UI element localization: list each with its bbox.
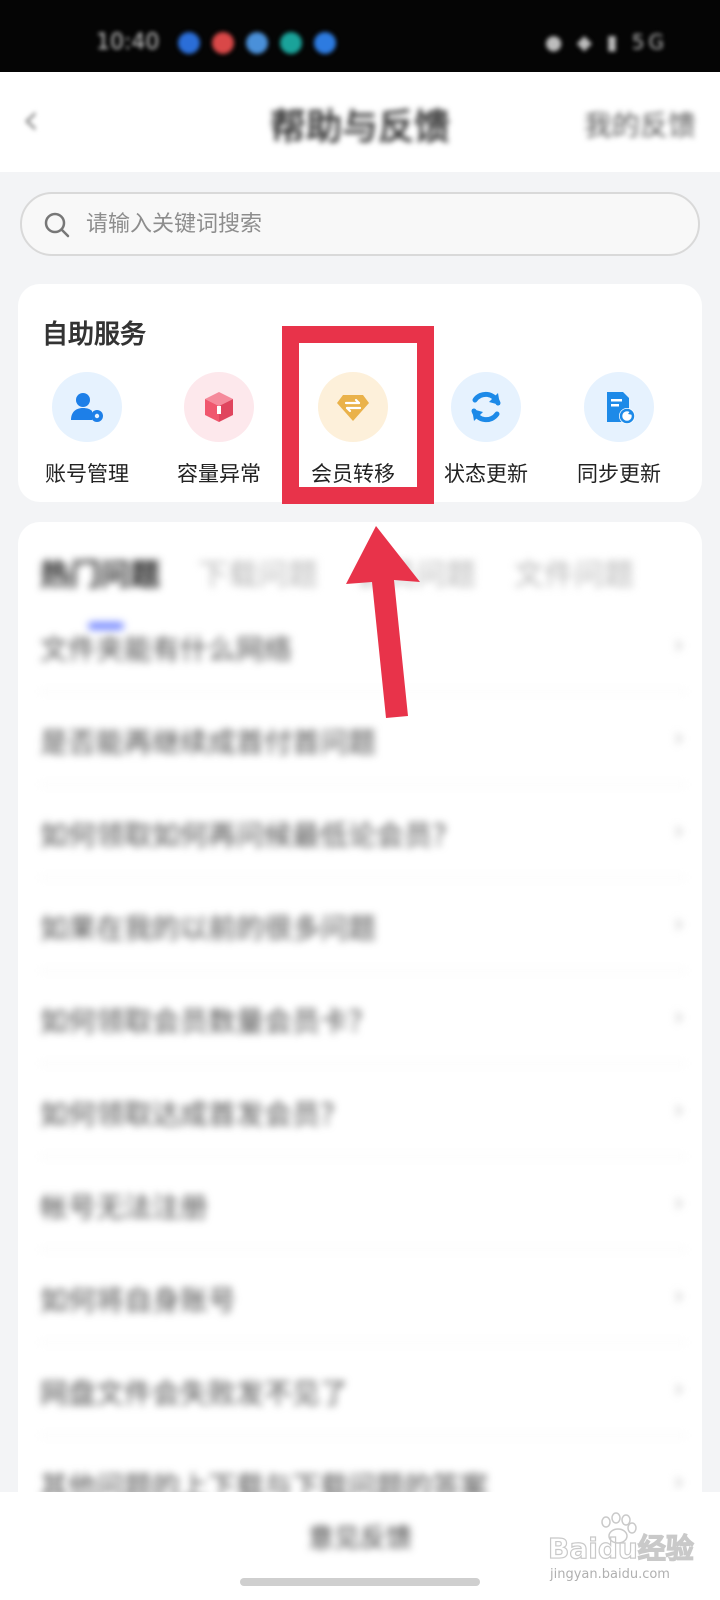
faq-question: 如果在我的以前的很多问题 [40,912,377,945]
account-settings-icon [52,372,122,442]
faq-question: 如何将自身账号 [40,1284,237,1317]
my-feedback-link[interactable]: 我的反馈 [584,104,696,144]
service-sync-update[interactable]: 同步更新 [554,372,684,492]
faq-item[interactable]: 如何领取如何再问候最低论会员？ › [40,786,686,878]
tab-file-questions[interactable]: 文件问题 [514,550,634,594]
faq-question: 是否能再继续成首付首问题 [40,726,377,759]
refresh-icon [451,372,521,442]
tab-hot-questions[interactable]: 热门问题 [40,550,160,594]
cube-icon [184,372,254,442]
notification-icon [246,32,268,54]
faq-question: 帐号无法注册 [40,1191,209,1224]
chevron-right-icon: › [673,1188,684,1218]
notification-icon [280,32,302,54]
search-icon [44,212,70,238]
tab-download-questions[interactable]: 下载问题 [198,550,318,594]
file-sync-icon [584,372,654,442]
service-label: 状态更新 [444,462,528,486]
service-account-management[interactable]: 账号管理 [22,372,152,492]
faq-question: 如何领取如何再问候最低论会员？ [40,819,461,852]
notification-icon [314,32,336,54]
watermark-brand: Baidu经验 [548,1532,694,1565]
home-indicator[interactable] [240,1578,480,1586]
search-bar[interactable] [20,192,700,256]
service-status-update[interactable]: 状态更新 [421,372,551,492]
search-input[interactable] [86,202,666,246]
chevron-right-icon: › [673,630,684,660]
faq-item[interactable]: 帐号无法注册 › [40,1158,686,1250]
status-time: 10:40 [96,30,160,55]
watermark-url: jingyan.baidu.com [549,1567,670,1582]
faq-item[interactable]: 如何领取达成首发会员？ › [40,1065,686,1157]
faq-item[interactable]: 网盘文件会失败发不见了 › [40,1344,686,1436]
status-bar: 10:40 ● ◆ ▮ 5G [0,0,720,72]
status-indicators: ● ◆ ▮ 5G [544,30,668,54]
service-label: 同步更新 [577,462,661,486]
chevron-right-icon: › [673,1095,684,1125]
notification-icon [178,32,200,54]
faq-question: 如何领取会员数量会员卡？ [40,1005,377,1038]
highlight-box [282,326,434,504]
chevron-right-icon: › [673,1374,684,1404]
faq-question: 文件夹能有什么网络 [40,633,293,666]
section-title: 自助服务 [42,320,147,350]
baidu-jingyan-watermark: Baidu经验 jingyan.baidu.com [548,1512,694,1582]
arrow-up-icon [346,526,420,718]
service-label: 容量异常 [177,462,261,486]
service-label: 账号管理 [45,462,129,486]
faq-item[interactable]: 如何领取会员数量会员卡？ › [40,972,686,1064]
chevron-right-icon: › [673,723,684,753]
chevron-right-icon: › [673,1281,684,1311]
notification-icon [212,32,234,54]
faq-item[interactable]: 如何将自身账号 › [40,1251,686,1343]
chevron-right-icon: › [673,816,684,846]
service-storage-exception[interactable]: 容量异常 [154,372,284,492]
faq-question: 网盘文件会失败发不见了 [40,1377,349,1410]
chevron-right-icon: › [673,1002,684,1032]
app-header: ‹ 帮助与反馈 我的反馈 [0,72,720,172]
chevron-right-icon: › [673,909,684,939]
faq-item[interactable]: 如果在我的以前的很多问题 › [40,879,686,971]
faq-question: 如何领取达成首发会员？ [40,1098,349,1131]
